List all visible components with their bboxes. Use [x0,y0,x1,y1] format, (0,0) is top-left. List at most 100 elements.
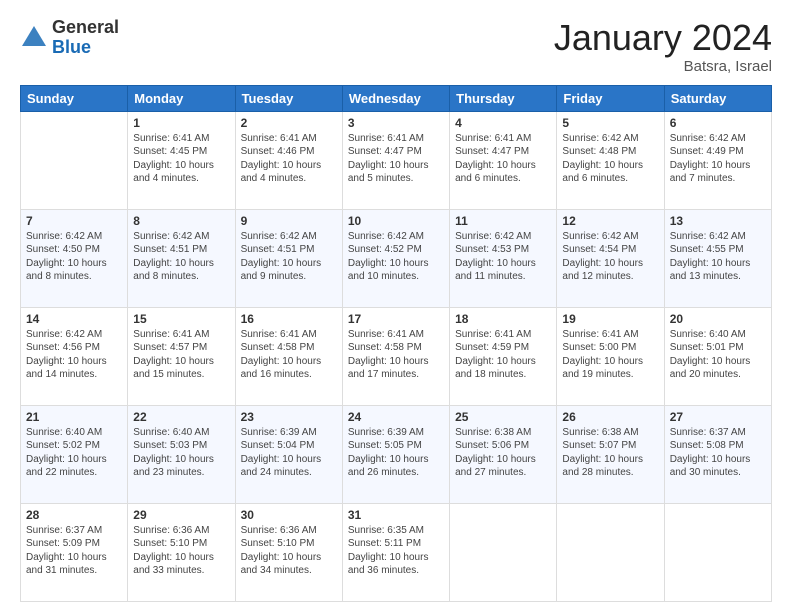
day-number: 7 [26,214,122,228]
calendar-cell [450,503,557,601]
day-number: 28 [26,508,122,522]
day-info: Sunrise: 6:41 AM Sunset: 4:58 PM Dayligh… [241,328,337,382]
calendar-cell [557,503,664,601]
calendar-cell: 15 Sunrise: 6:41 AM Sunset: 4:57 PM Dayli… [128,307,235,405]
calendar-cell: 13 Sunrise: 6:42 AM Sunset: 4:55 PM Dayli… [664,209,771,307]
location: Batsra, Israel [554,58,772,75]
day-number: 17 [348,312,444,326]
day-number: 25 [455,410,551,424]
day-info: Sunrise: 6:41 AM Sunset: 4:59 PM Dayligh… [455,328,551,382]
calendar-cell: 27 Sunrise: 6:37 AM Sunset: 5:08 PM Dayli… [664,405,771,503]
calendar-cell: 12Sunrise: 6:42 AM Sunset: 4:54 PM Dayli… [557,209,664,307]
day-number: 15 [133,312,229,326]
calendar-cell: 31 Sunrise: 6:35 AM Sunset: 5:11 PM Dayli… [342,503,449,601]
calendar-cell: 3 Sunrise: 6:41 AM Sunset: 4:47 PM Daylig… [342,111,449,209]
day-info: Sunrise: 6:36 AM Sunset: 5:10 PM Dayligh… [241,524,337,578]
calendar-table: SundayMondayTuesdayWednesdayThursdayFrid… [20,85,772,602]
week-row-5: 28 Sunrise: 6:37 AM Sunset: 5:09 PM Dayli… [21,503,772,601]
calendar-cell: 1 Sunrise: 6:41 AM Sunset: 4:45 PM Daylig… [128,111,235,209]
day-info: Sunrise: 6:38 AM Sunset: 5:07 PM Dayligh… [562,426,658,480]
day-number: 10 [348,214,444,228]
day-info: Sunrise: 6:37 AM Sunset: 5:08 PM Dayligh… [670,426,766,480]
calendar-cell: 21 Sunrise: 6:40 AM Sunset: 5:02 PM Dayli… [21,405,128,503]
logo-general-text: General [52,18,119,38]
week-row-4: 21 Sunrise: 6:40 AM Sunset: 5:02 PM Dayli… [21,405,772,503]
col-header-friday: Friday [557,85,664,111]
calendar-cell: 9 Sunrise: 6:42 AM Sunset: 4:51 PM Daylig… [235,209,342,307]
week-row-3: 14Sunrise: 6:42 AM Sunset: 4:56 PM Dayli… [21,307,772,405]
title-section: January 2024 Batsra, Israel [554,18,772,75]
calendar-cell: 23 Sunrise: 6:39 AM Sunset: 5:04 PM Dayli… [235,405,342,503]
calendar-cell: 4 Sunrise: 6:41 AM Sunset: 4:47 PM Daylig… [450,111,557,209]
day-info: Sunrise: 6:38 AM Sunset: 5:06 PM Dayligh… [455,426,551,480]
day-info: Sunrise: 6:41 AM Sunset: 4:47 PM Dayligh… [455,132,551,186]
calendar-cell: 26Sunrise: 6:38 AM Sunset: 5:07 PM Dayli… [557,405,664,503]
col-header-wednesday: Wednesday [342,85,449,111]
calendar-cell: 19Sunrise: 6:41 AM Sunset: 5:00 PM Dayli… [557,307,664,405]
day-number: 23 [241,410,337,424]
calendar-cell: 22Sunrise: 6:40 AM Sunset: 5:03 PM Dayli… [128,405,235,503]
day-number: 18 [455,312,551,326]
day-info: Sunrise: 6:39 AM Sunset: 5:05 PM Dayligh… [348,426,444,480]
day-number: 31 [348,508,444,522]
col-header-monday: Monday [128,85,235,111]
day-number: 27 [670,410,766,424]
day-info: Sunrise: 6:40 AM Sunset: 5:02 PM Dayligh… [26,426,122,480]
day-number: 29 [133,508,229,522]
logo-blue-text: Blue [52,38,119,58]
day-number: 13 [670,214,766,228]
page: General Blue January 2024 Batsra, Israel… [0,0,792,612]
calendar-cell: 29Sunrise: 6:36 AM Sunset: 5:10 PM Dayli… [128,503,235,601]
day-info: Sunrise: 6:39 AM Sunset: 5:04 PM Dayligh… [241,426,337,480]
calendar-cell: 7 Sunrise: 6:42 AM Sunset: 4:50 PM Daylig… [21,209,128,307]
day-info: Sunrise: 6:35 AM Sunset: 5:11 PM Dayligh… [348,524,444,578]
day-number: 6 [670,116,766,130]
day-info: Sunrise: 6:42 AM Sunset: 4:52 PM Dayligh… [348,230,444,284]
day-info: Sunrise: 6:41 AM Sunset: 4:58 PM Dayligh… [348,328,444,382]
day-number: 22 [133,410,229,424]
day-info: Sunrise: 6:41 AM Sunset: 4:57 PM Dayligh… [133,328,229,382]
day-number: 8 [133,214,229,228]
day-number: 21 [26,410,122,424]
day-number: 16 [241,312,337,326]
day-info: Sunrise: 6:41 AM Sunset: 5:00 PM Dayligh… [562,328,658,382]
day-info: Sunrise: 6:41 AM Sunset: 4:45 PM Dayligh… [133,132,229,186]
day-info: Sunrise: 6:42 AM Sunset: 4:51 PM Dayligh… [133,230,229,284]
day-number: 3 [348,116,444,130]
col-header-thursday: Thursday [450,85,557,111]
day-number: 24 [348,410,444,424]
day-number: 2 [241,116,337,130]
day-info: Sunrise: 6:42 AM Sunset: 4:49 PM Dayligh… [670,132,766,186]
day-info: Sunrise: 6:41 AM Sunset: 4:47 PM Dayligh… [348,132,444,186]
col-header-saturday: Saturday [664,85,771,111]
day-info: Sunrise: 6:42 AM Sunset: 4:56 PM Dayligh… [26,328,122,382]
calendar-cell: 30 Sunrise: 6:36 AM Sunset: 5:10 PM Dayli… [235,503,342,601]
day-number: 30 [241,508,337,522]
day-number: 1 [133,116,229,130]
day-info: Sunrise: 6:42 AM Sunset: 4:54 PM Dayligh… [562,230,658,284]
calendar-cell: 25 Sunrise: 6:38 AM Sunset: 5:06 PM Dayli… [450,405,557,503]
day-number: 5 [562,116,658,130]
calendar-cell: 10 Sunrise: 6:42 AM Sunset: 4:52 PM Dayli… [342,209,449,307]
calendar-cell: 24 Sunrise: 6:39 AM Sunset: 5:05 PM Dayli… [342,405,449,503]
calendar-cell [664,503,771,601]
calendar-cell: 20Sunrise: 6:40 AM Sunset: 5:01 PM Dayli… [664,307,771,405]
calendar-cell: 2Sunrise: 6:41 AM Sunset: 4:46 PM Daylig… [235,111,342,209]
day-info: Sunrise: 6:42 AM Sunset: 4:55 PM Dayligh… [670,230,766,284]
logo: General Blue [20,18,119,58]
day-number: 4 [455,116,551,130]
calendar-cell: 6 Sunrise: 6:42 AM Sunset: 4:49 PM Daylig… [664,111,771,209]
day-info: Sunrise: 6:42 AM Sunset: 4:48 PM Dayligh… [562,132,658,186]
day-info: Sunrise: 6:37 AM Sunset: 5:09 PM Dayligh… [26,524,122,578]
col-header-sunday: Sunday [21,85,128,111]
calendar-cell [21,111,128,209]
calendar-cell: 16 Sunrise: 6:41 AM Sunset: 4:58 PM Dayli… [235,307,342,405]
calendar-cell: 17 Sunrise: 6:41 AM Sunset: 4:58 PM Dayli… [342,307,449,405]
calendar-cell: 28 Sunrise: 6:37 AM Sunset: 5:09 PM Dayli… [21,503,128,601]
day-number: 9 [241,214,337,228]
logo-icon [20,24,48,52]
day-info: Sunrise: 6:42 AM Sunset: 4:50 PM Dayligh… [26,230,122,284]
day-info: Sunrise: 6:42 AM Sunset: 4:51 PM Dayligh… [241,230,337,284]
day-number: 20 [670,312,766,326]
week-row-1: 1 Sunrise: 6:41 AM Sunset: 4:45 PM Daylig… [21,111,772,209]
